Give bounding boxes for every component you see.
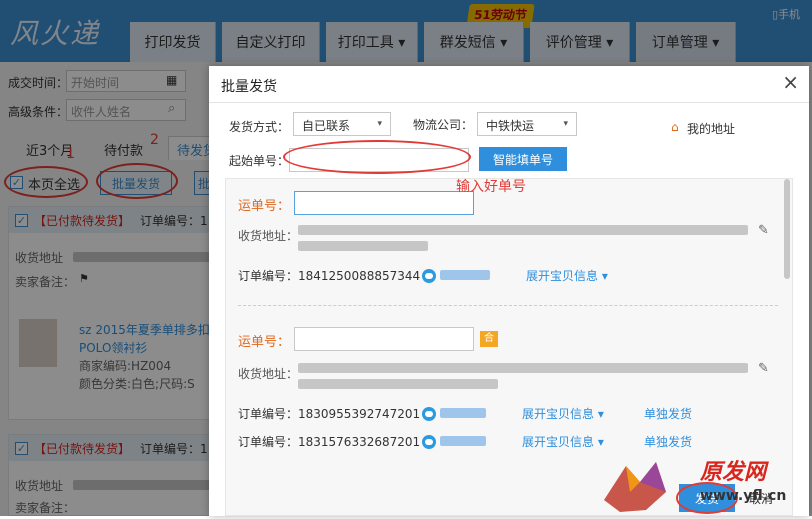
start-no-label: 起始单号： <box>229 154 290 168</box>
watermark-url: www.yfl.cn <box>700 488 787 504</box>
my-address-link[interactable]: 我的地址 <box>687 120 735 137</box>
addr-label: 收货地址： <box>238 367 299 381</box>
redacted-address <box>298 241 428 251</box>
waybill-input[interactable] <box>294 327 474 351</box>
single-ship-link[interactable]: 单独发货 <box>644 433 692 450</box>
chevron-down-icon: ▾ <box>563 119 568 129</box>
expand-items-link[interactable]: 展开宝贝信息 ▾ <box>526 267 608 284</box>
wangwang-icon[interactable] <box>422 407 436 421</box>
waybill-label: 运单号： <box>238 335 291 350</box>
logistics-select[interactable]: 中铁快运 ▾ <box>477 112 577 136</box>
order-no: 订单编号：1830955392747201 <box>238 407 421 421</box>
ship-method-select[interactable]: 自已联系 ▾ <box>293 112 391 136</box>
dialog-divider <box>209 102 809 103</box>
home-icon: ⌂ <box>671 120 679 134</box>
watermark-text: 原发网 <box>700 460 767 485</box>
dialog-title: 批量发货 <box>221 79 277 95</box>
addr-label: 收货地址： <box>238 229 299 243</box>
merge-tag: 合 <box>480 331 498 347</box>
waybill-input[interactable] <box>294 191 474 215</box>
scrollbar[interactable] <box>784 179 790 279</box>
logistics-label: 物流公司： <box>413 118 474 132</box>
order-divider <box>238 305 778 306</box>
redacted-buyer <box>440 436 486 446</box>
edit-icon[interactable]: ✎ <box>758 223 769 238</box>
ship-method-label: 发货方式： <box>229 120 290 134</box>
watermark: 原发网 www.yfl.cn <box>596 452 812 516</box>
redacted-address <box>298 225 748 235</box>
redacted-address <box>298 363 748 373</box>
annotation-circle-input <box>283 140 471 174</box>
waybill-label: 运单号： <box>238 199 291 214</box>
expand-items-link[interactable]: 展开宝贝信息 ▾ <box>522 405 604 422</box>
chevron-down-icon: ▾ <box>377 119 382 129</box>
redacted-buyer <box>440 408 486 418</box>
batch-ship-dialog: 批量发货 × 发货方式： 自已联系 ▾ 物流公司： 中铁快运 ▾ ⌂ 我的地址 起始… <box>209 66 809 516</box>
redacted-buyer <box>440 270 490 280</box>
order-no: 订单编号：1831576332687201 <box>238 435 421 449</box>
single-ship-link[interactable]: 单独发货 <box>644 405 692 422</box>
expand-items-link[interactable]: 展开宝贝信息 ▾ <box>522 433 604 450</box>
order-no: 订单编号：1841250088857344 <box>238 269 421 283</box>
close-icon[interactable]: × <box>782 70 799 94</box>
annotation-input-hint: 输入好单号 <box>456 179 526 195</box>
redacted-address <box>298 379 498 389</box>
wangwang-icon[interactable] <box>422 435 436 449</box>
edit-icon[interactable]: ✎ <box>758 361 769 376</box>
wangwang-icon[interactable] <box>422 269 436 283</box>
smart-fill-button[interactable]: 智能填单号 <box>479 147 567 171</box>
